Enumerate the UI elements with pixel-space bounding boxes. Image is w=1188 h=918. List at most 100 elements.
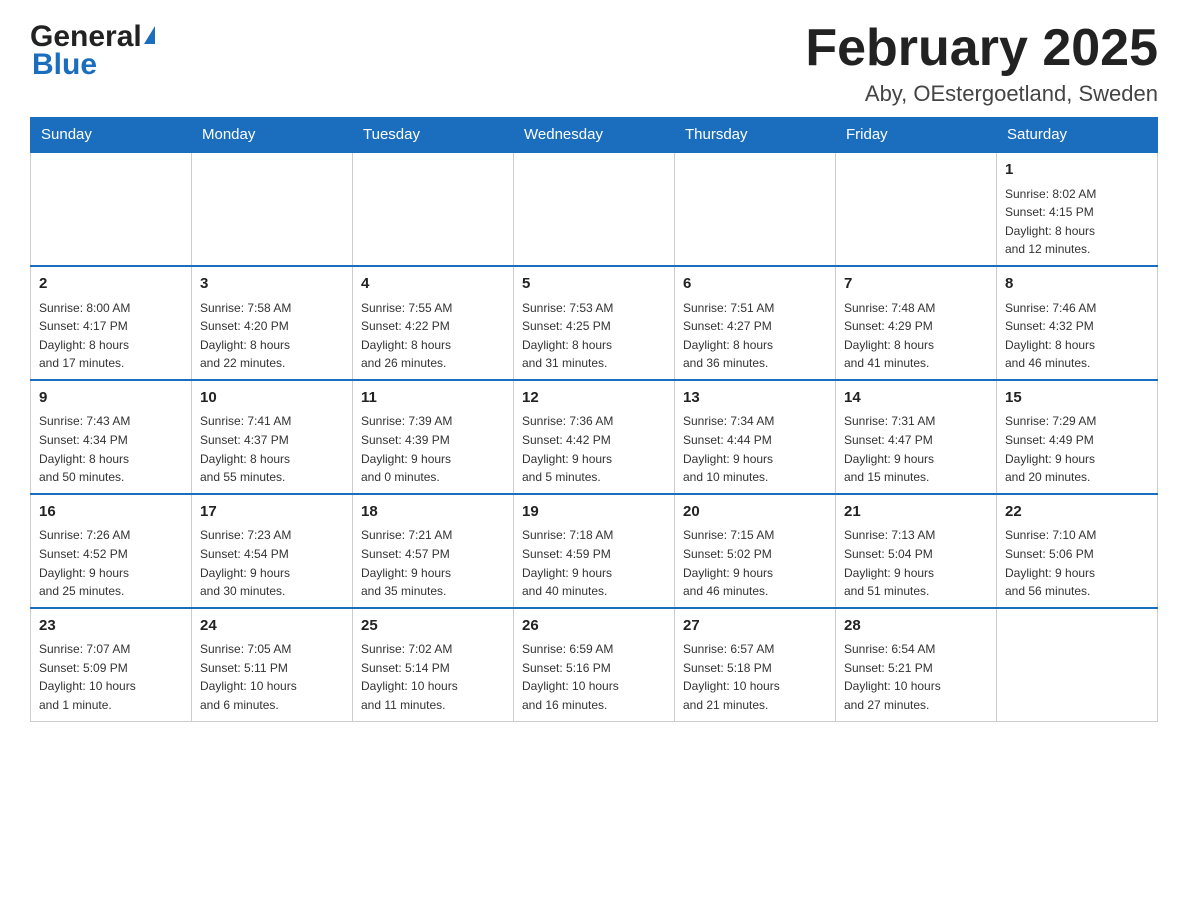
calendar-cell: 24Sunrise: 7:05 AM Sunset: 5:11 PM Dayli… [192,608,353,721]
calendar-cell: 25Sunrise: 7:02 AM Sunset: 5:14 PM Dayli… [353,608,514,721]
calendar-cell: 11Sunrise: 7:39 AM Sunset: 4:39 PM Dayli… [353,380,514,494]
calendar-week-row: 23Sunrise: 7:07 AM Sunset: 5:09 PM Dayli… [31,608,1158,721]
day-number: 2 [39,273,183,296]
month-title: February 2025 [805,20,1158,77]
calendar-cell: 1 Sunrise: 8:02 AM Sunset: 4:15 PM Daylig… [997,152,1158,266]
weekday-header-saturday: Saturday [997,118,1158,153]
calendar-cell [31,152,192,266]
day-number: 11 [361,387,505,410]
day-number: 28 [844,615,988,638]
calendar-cell: 2 Sunrise: 8:00 AM Sunset: 4:17 PM Daylig… [31,266,192,380]
calendar-cell [514,152,675,266]
day-number: 6 [683,273,827,296]
calendar-week-row: 2 Sunrise: 8:00 AM Sunset: 4:17 PM Daylig… [31,266,1158,380]
day-number: 7 [844,273,988,296]
logo-blue-text: Blue [30,48,155,82]
calendar-cell: 27Sunrise: 6:57 AM Sunset: 5:18 PM Dayli… [675,608,836,721]
weekday-header-tuesday: Tuesday [353,118,514,153]
day-info: Sunrise: 7:36 AM Sunset: 4:42 PM Dayligh… [522,412,666,486]
day-info: Sunrise: 7:26 AM Sunset: 4:52 PM Dayligh… [39,526,183,600]
logo: General Blue [30,20,155,82]
day-number: 19 [522,501,666,524]
day-number: 20 [683,501,827,524]
day-number: 22 [1005,501,1149,524]
calendar-cell: 15Sunrise: 7:29 AM Sunset: 4:49 PM Dayli… [997,380,1158,494]
day-info: Sunrise: 7:48 AM Sunset: 4:29 PM Dayligh… [844,299,988,373]
day-info: Sunrise: 7:02 AM Sunset: 5:14 PM Dayligh… [361,640,505,714]
calendar-cell: 3Sunrise: 7:58 AM Sunset: 4:20 PM Daylig… [192,266,353,380]
day-info: Sunrise: 7:34 AM Sunset: 4:44 PM Dayligh… [683,412,827,486]
calendar-cell: 17Sunrise: 7:23 AM Sunset: 4:54 PM Dayli… [192,494,353,608]
calendar-cell: 4 Sunrise: 7:55 AM Sunset: 4:22 PM Daylig… [353,266,514,380]
day-info: Sunrise: 7:13 AM Sunset: 5:04 PM Dayligh… [844,526,988,600]
day-number: 5 [522,273,666,296]
calendar-cell: 14Sunrise: 7:31 AM Sunset: 4:47 PM Dayli… [836,380,997,494]
day-number: 17 [200,501,344,524]
day-number: 23 [39,615,183,638]
calendar-cell: 19Sunrise: 7:18 AM Sunset: 4:59 PM Dayli… [514,494,675,608]
weekday-header-friday: Friday [836,118,997,153]
day-info: Sunrise: 7:29 AM Sunset: 4:49 PM Dayligh… [1005,412,1149,486]
calendar-cell: 28Sunrise: 6:54 AM Sunset: 5:21 PM Dayli… [836,608,997,721]
day-info: Sunrise: 7:05 AM Sunset: 5:11 PM Dayligh… [200,640,344,714]
day-info: Sunrise: 7:21 AM Sunset: 4:57 PM Dayligh… [361,526,505,600]
day-number: 16 [39,501,183,524]
day-info: Sunrise: 7:43 AM Sunset: 4:34 PM Dayligh… [39,412,183,486]
day-info: Sunrise: 7:18 AM Sunset: 4:59 PM Dayligh… [522,526,666,600]
day-info: Sunrise: 7:07 AM Sunset: 5:09 PM Dayligh… [39,640,183,714]
day-info: Sunrise: 6:59 AM Sunset: 5:16 PM Dayligh… [522,640,666,714]
day-info: Sunrise: 6:54 AM Sunset: 5:21 PM Dayligh… [844,640,988,714]
day-number: 21 [844,501,988,524]
title-section: February 2025 Aby, OEstergoetland, Swede… [805,20,1158,107]
day-number: 26 [522,615,666,638]
calendar-cell: 5 Sunrise: 7:53 AM Sunset: 4:25 PM Daylig… [514,266,675,380]
calendar-table: SundayMondayTuesdayWednesdayThursdayFrid… [30,117,1158,721]
day-info: Sunrise: 7:46 AM Sunset: 4:32 PM Dayligh… [1005,299,1149,373]
weekday-header-wednesday: Wednesday [514,118,675,153]
day-number: 18 [361,501,505,524]
weekday-header-sunday: Sunday [31,118,192,153]
day-info: Sunrise: 6:57 AM Sunset: 5:18 PM Dayligh… [683,640,827,714]
calendar-cell: 23Sunrise: 7:07 AM Sunset: 5:09 PM Dayli… [31,608,192,721]
day-info: Sunrise: 7:58 AM Sunset: 4:20 PM Dayligh… [200,299,344,373]
day-number: 24 [200,615,344,638]
calendar-week-row: 1 Sunrise: 8:02 AM Sunset: 4:15 PM Daylig… [31,152,1158,266]
day-number: 10 [200,387,344,410]
calendar-cell: 12Sunrise: 7:36 AM Sunset: 4:42 PM Dayli… [514,380,675,494]
weekday-header-thursday: Thursday [675,118,836,153]
calendar-cell: 13Sunrise: 7:34 AM Sunset: 4:44 PM Dayli… [675,380,836,494]
page-header: General Blue February 2025 Aby, OEstergo… [30,20,1158,107]
day-info: Sunrise: 7:41 AM Sunset: 4:37 PM Dayligh… [200,412,344,486]
day-info: Sunrise: 7:55 AM Sunset: 4:22 PM Dayligh… [361,299,505,373]
calendar-cell: 22Sunrise: 7:10 AM Sunset: 5:06 PM Dayli… [997,494,1158,608]
day-info: Sunrise: 8:02 AM Sunset: 4:15 PM Dayligh… [1005,185,1149,259]
calendar-cell: 21Sunrise: 7:13 AM Sunset: 5:04 PM Dayli… [836,494,997,608]
calendar-cell [836,152,997,266]
logo-triangle-icon [144,26,155,44]
weekday-header-row: SundayMondayTuesdayWednesdayThursdayFrid… [31,118,1158,153]
calendar-cell: 26Sunrise: 6:59 AM Sunset: 5:16 PM Dayli… [514,608,675,721]
day-number: 13 [683,387,827,410]
calendar-cell [675,152,836,266]
day-info: Sunrise: 8:00 AM Sunset: 4:17 PM Dayligh… [39,299,183,373]
calendar-cell: 8 Sunrise: 7:46 AM Sunset: 4:32 PM Daylig… [997,266,1158,380]
day-info: Sunrise: 7:53 AM Sunset: 4:25 PM Dayligh… [522,299,666,373]
day-info: Sunrise: 7:23 AM Sunset: 4:54 PM Dayligh… [200,526,344,600]
calendar-cell [192,152,353,266]
day-number: 4 [361,273,505,296]
location-subtitle: Aby, OEstergoetland, Sweden [805,81,1158,107]
day-number: 1 [1005,159,1149,182]
day-info: Sunrise: 7:51 AM Sunset: 4:27 PM Dayligh… [683,299,827,373]
day-number: 9 [39,387,183,410]
day-number: 8 [1005,273,1149,296]
calendar-cell: 10Sunrise: 7:41 AM Sunset: 4:37 PM Dayli… [192,380,353,494]
calendar-cell: 20Sunrise: 7:15 AM Sunset: 5:02 PM Dayli… [675,494,836,608]
day-number: 12 [522,387,666,410]
calendar-week-row: 16Sunrise: 7:26 AM Sunset: 4:52 PM Dayli… [31,494,1158,608]
day-number: 27 [683,615,827,638]
calendar-week-row: 9Sunrise: 7:43 AM Sunset: 4:34 PM Daylig… [31,380,1158,494]
calendar-cell: 18Sunrise: 7:21 AM Sunset: 4:57 PM Dayli… [353,494,514,608]
day-info: Sunrise: 7:39 AM Sunset: 4:39 PM Dayligh… [361,412,505,486]
day-info: Sunrise: 7:15 AM Sunset: 5:02 PM Dayligh… [683,526,827,600]
day-number: 15 [1005,387,1149,410]
